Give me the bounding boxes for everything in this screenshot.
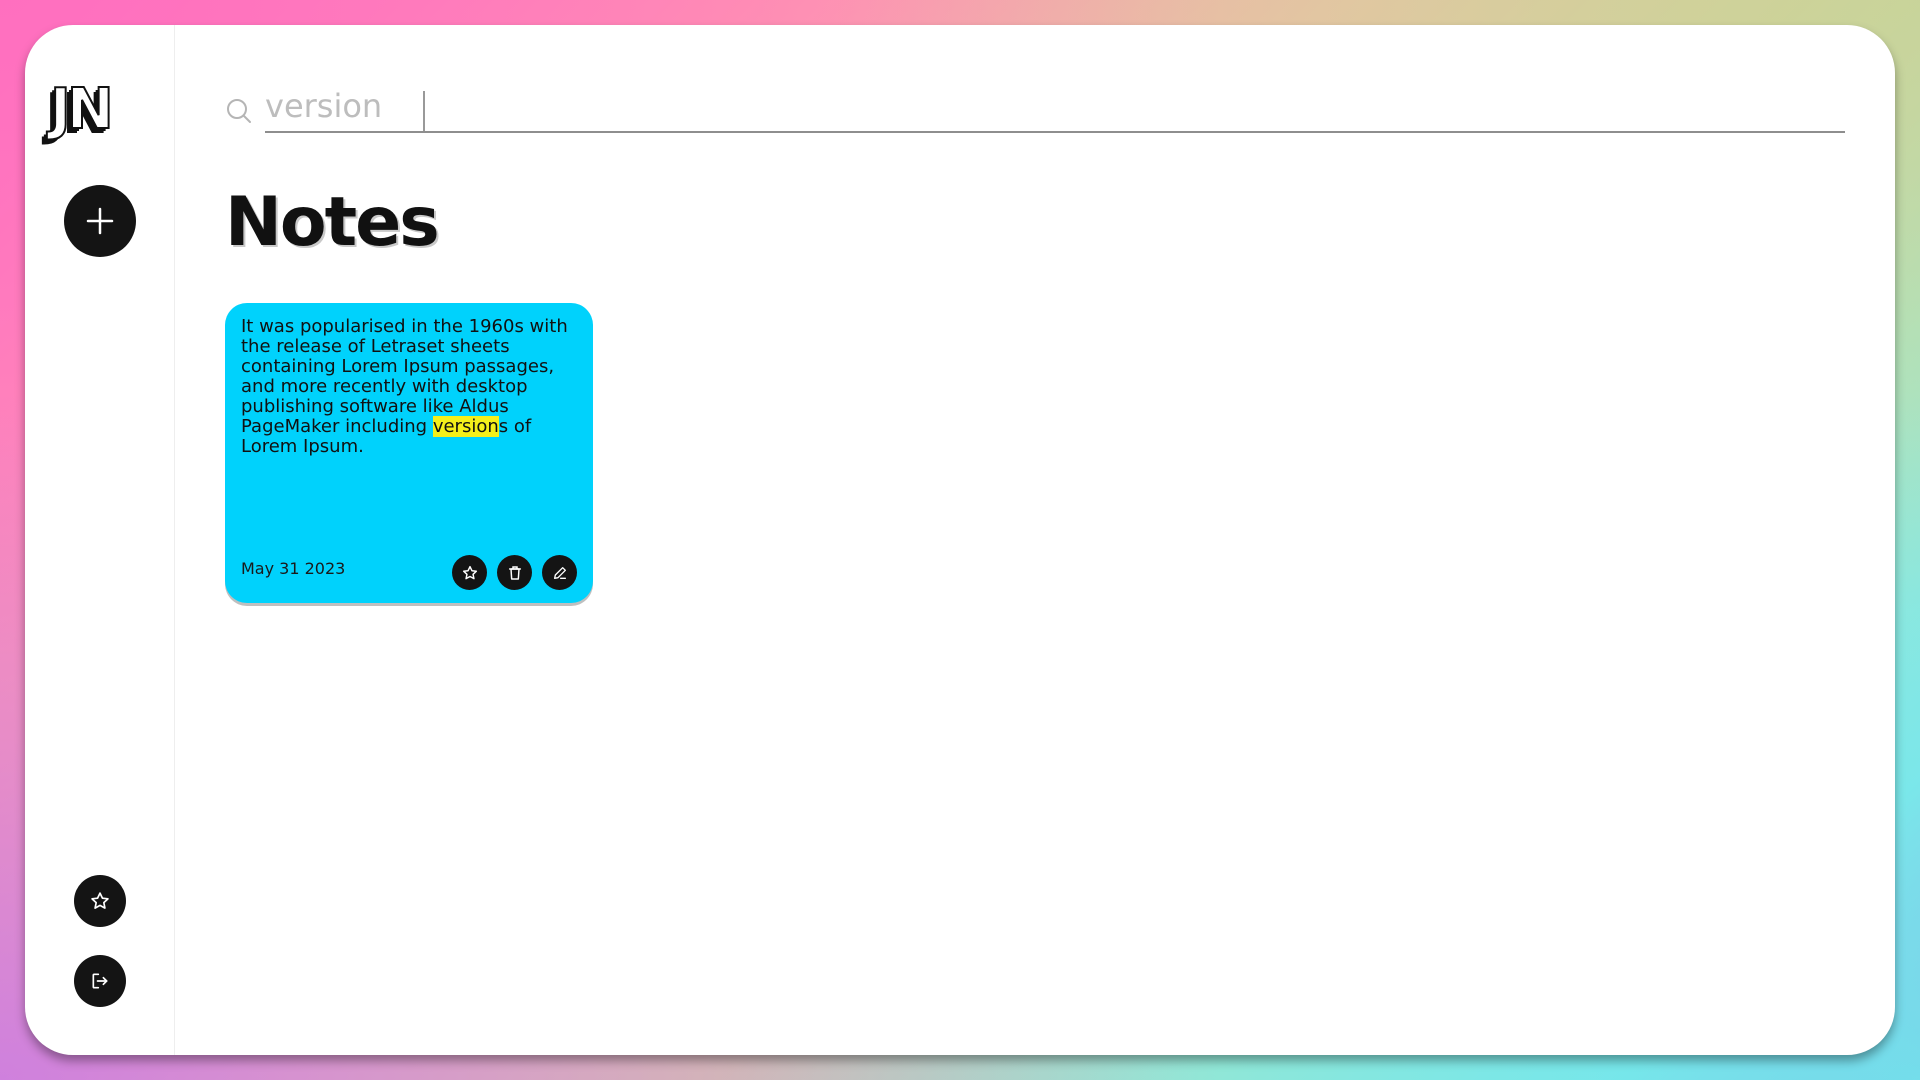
- add-note-button[interactable]: [64, 185, 136, 257]
- search-input[interactable]: [265, 85, 1845, 133]
- page-title: Notes: [225, 183, 440, 262]
- logout-icon: [92, 973, 108, 989]
- note-delete-button[interactable]: [497, 555, 532, 590]
- note-actions: [452, 555, 577, 590]
- pencil-icon: [553, 566, 566, 579]
- note-edit-button[interactable]: [542, 555, 577, 590]
- search-highlight: version: [432, 416, 499, 437]
- note-date: May 31 2023: [241, 559, 346, 578]
- plus-icon: [86, 207, 114, 235]
- logout-button[interactable]: [74, 955, 126, 1007]
- note-favorite-button[interactable]: [452, 555, 487, 590]
- favorites-button[interactable]: [74, 875, 126, 927]
- app-window: JN version Notes It was popularised in t…: [25, 25, 1895, 1055]
- app-logo: JN: [49, 77, 115, 142]
- trash-icon: [508, 565, 521, 580]
- star-icon: [91, 892, 109, 909]
- note-text: It was popularised in the 1960s with the…: [241, 317, 581, 457]
- search-bar: [225, 85, 1845, 135]
- star-icon: [462, 565, 477, 579]
- text-cursor: [423, 91, 425, 131]
- note-card[interactable]: It was popularised in the 1960s with the…: [225, 303, 593, 603]
- sidebar: JN: [25, 25, 175, 1055]
- search-icon: [227, 99, 251, 123]
- main-content: Notes It was popularised in the 1960s wi…: [175, 25, 1895, 1055]
